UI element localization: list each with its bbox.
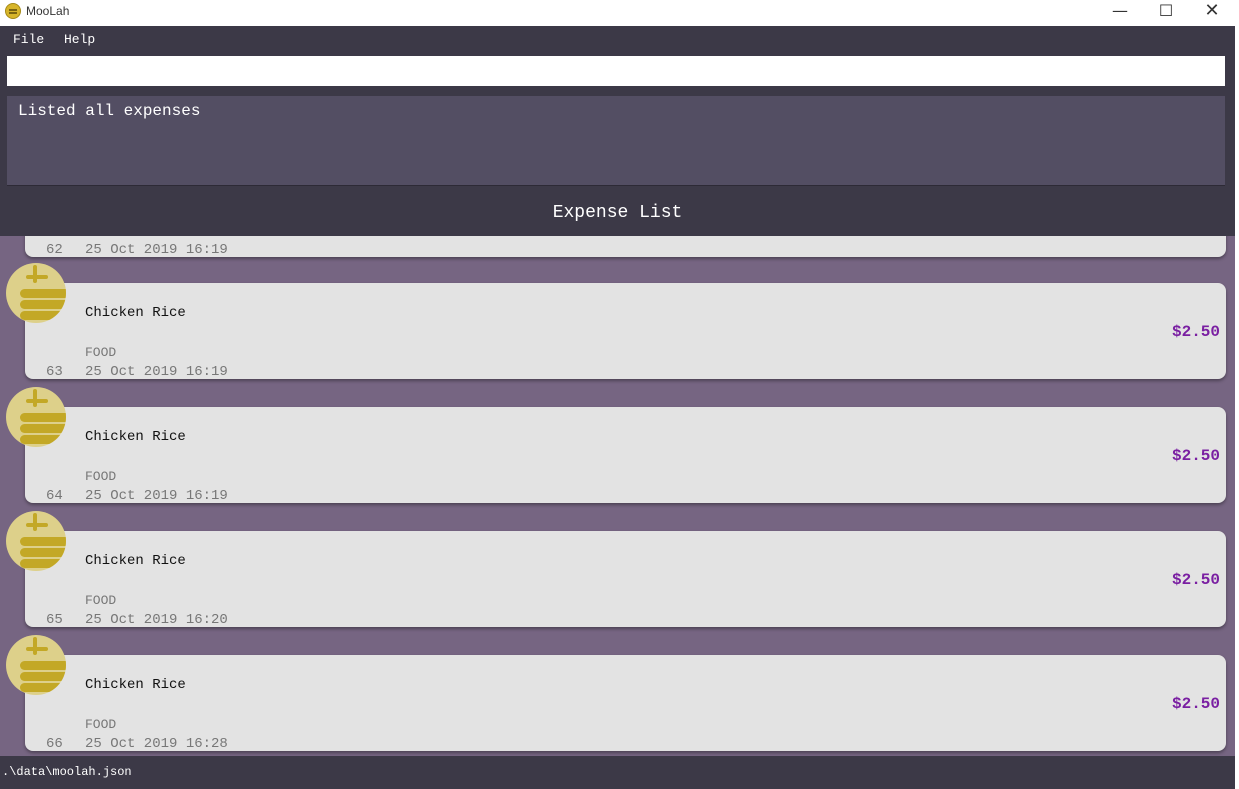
food-icon [6, 387, 66, 447]
item-name: Chicken Rice [85, 305, 186, 321]
item-category: FOOD [85, 593, 117, 608]
result-text: Listed all expenses [18, 102, 201, 120]
item-timestamp: 25 Oct 2019 16:19 [85, 488, 228, 504]
item-price: $2.50 [1171, 447, 1220, 465]
item-name: Chicken Rice [85, 677, 186, 693]
command-input[interactable] [7, 56, 1225, 86]
list-item[interactable]: Chicken Rice FOOD 65 25 Oct 2019 16:20 $… [25, 531, 1226, 628]
maximize-button[interactable]: ☐ [1143, 0, 1189, 26]
food-icon [6, 511, 66, 571]
background-window-edge [1235, 0, 1239, 789]
item-timestamp: 25 Oct 2019 16:20 [85, 612, 228, 628]
title-bar: MooLah — ☐ ✕ [0, 0, 1235, 26]
window-title: MooLah [26, 4, 70, 18]
item-name: Chicken Rice [85, 553, 186, 569]
expense-list[interactable]: 62 25 Oct 2019 16:19 Chicken Rice FOOD 6… [0, 236, 1235, 756]
close-button[interactable]: ✕ [1189, 0, 1235, 26]
result-display: Listed all expenses [0, 90, 1235, 196]
list-item[interactable]: Chicken Rice FOOD 66 25 Oct 2019 16:28 $… [25, 655, 1226, 752]
list-item[interactable]: Chicken Rice FOOD 63 25 Oct 2019 16:19 $… [25, 283, 1226, 380]
expense-list-title: Expense List [552, 203, 683, 223]
item-name: Chicken Rice [85, 429, 186, 445]
item-index: 64 [46, 488, 63, 504]
storage-path: .\data\moolah.json [2, 765, 132, 779]
item-category: FOOD [85, 345, 117, 360]
item-index: 63 [46, 364, 63, 380]
minimize-button[interactable]: — [1097, 0, 1143, 26]
expense-list-header: Expense List [0, 196, 1235, 236]
app-logo-icon [5, 3, 21, 19]
item-price: $2.50 [1171, 323, 1220, 341]
menu-bar: File Help [0, 26, 1235, 52]
list-item[interactable]: Chicken Rice FOOD 64 25 Oct 2019 16:19 $… [25, 407, 1226, 504]
food-icon [6, 263, 66, 323]
item-timestamp: 25 Oct 2019 16:19 [85, 242, 228, 258]
item-index: 66 [46, 736, 63, 752]
food-icon [6, 635, 66, 695]
item-timestamp: 25 Oct 2019 16:19 [85, 364, 228, 380]
menu-file[interactable]: File [13, 32, 44, 47]
result-box: Listed all expenses [7, 96, 1225, 186]
item-index: 65 [46, 612, 63, 628]
item-category: FOOD [85, 717, 117, 732]
item-category: FOOD [85, 469, 117, 484]
menu-help[interactable]: Help [64, 32, 95, 47]
status-bar: .\data\moolah.json [0, 756, 1235, 789]
command-box [0, 52, 1235, 90]
item-price: $2.50 [1171, 695, 1220, 713]
item-timestamp: 25 Oct 2019 16:28 [85, 736, 228, 752]
list-item[interactable]: 62 25 Oct 2019 16:19 [25, 236, 1226, 258]
item-index: 62 [46, 242, 63, 258]
item-price: $2.50 [1171, 571, 1220, 589]
